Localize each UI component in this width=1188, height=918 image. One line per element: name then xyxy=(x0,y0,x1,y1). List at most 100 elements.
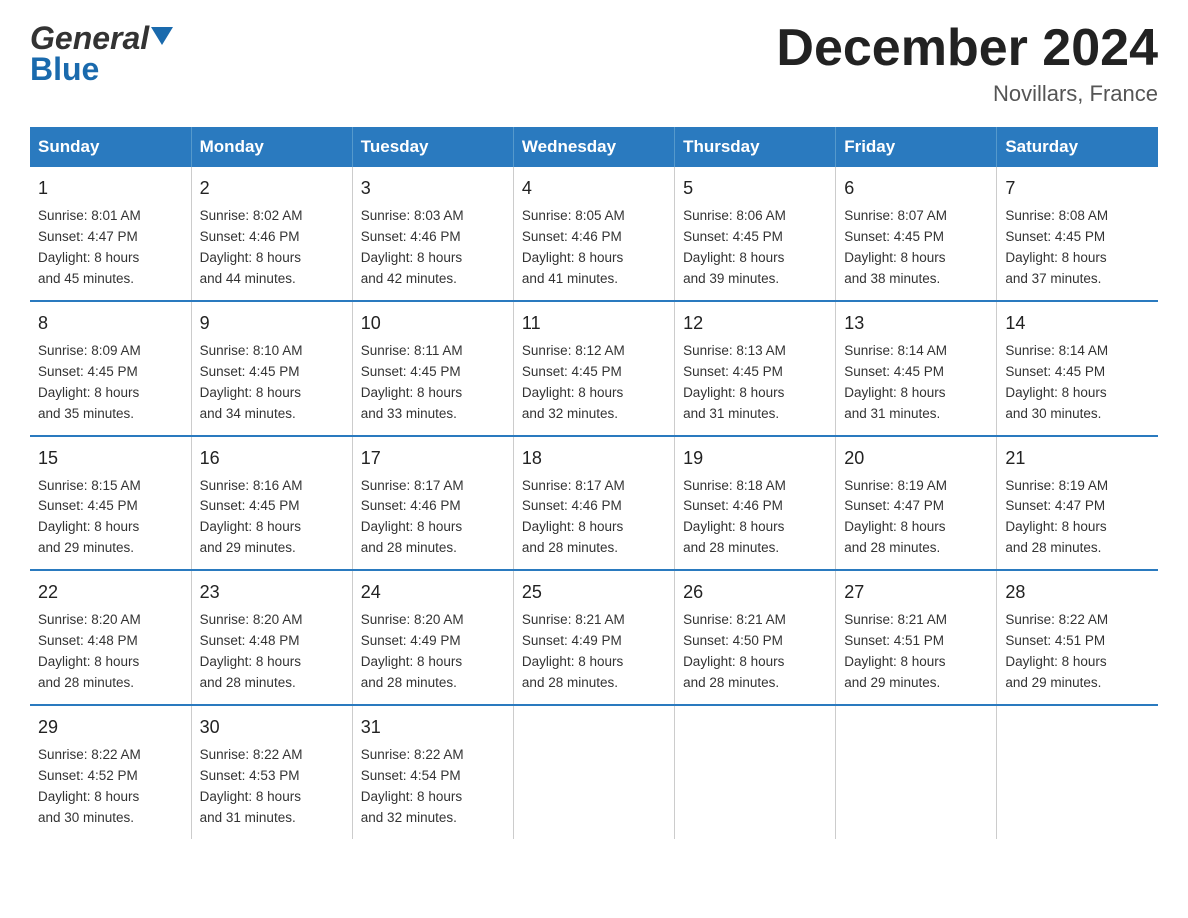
day-number: 8 xyxy=(38,310,183,337)
day-cell: 26Sunrise: 8:21 AMSunset: 4:50 PMDayligh… xyxy=(675,570,836,705)
day-cell: 9 Sunrise: 8:10 AMSunset: 4:45 PMDaylight… xyxy=(191,301,352,436)
day-number: 4 xyxy=(522,175,666,202)
day-cell: 6 Sunrise: 8:07 AMSunset: 4:45 PMDaylight… xyxy=(836,167,997,301)
day-info: Sunrise: 8:09 AMSunset: 4:45 PMDaylight:… xyxy=(38,341,183,425)
day-cell: 21 Sunrise: 8:19 AMSunset: 4:47 PMDayligh… xyxy=(997,436,1158,571)
day-cell: 2Sunrise: 8:02 AMSunset: 4:46 PMDaylight… xyxy=(191,167,352,301)
header-cell-saturday: Saturday xyxy=(997,127,1158,167)
day-info: Sunrise: 8:22 AMSunset: 4:51 PMDaylight:… xyxy=(1005,610,1150,694)
day-number: 25 xyxy=(522,579,666,606)
day-cell: 27Sunrise: 8:21 AMSunset: 4:51 PMDayligh… xyxy=(836,570,997,705)
day-info: Sunrise: 8:22 AMSunset: 4:54 PMDaylight:… xyxy=(361,745,505,829)
week-row-3: 15 Sunrise: 8:15 AMSunset: 4:45 PMDayligh… xyxy=(30,436,1158,571)
day-cell xyxy=(997,705,1158,839)
day-info: Sunrise: 8:15 AMSunset: 4:45 PMDaylight:… xyxy=(38,476,183,560)
day-cell: 12Sunrise: 8:13 AMSunset: 4:45 PMDayligh… xyxy=(675,301,836,436)
day-info: Sunrise: 8:19 AMSunset: 4:47 PMDaylight:… xyxy=(844,476,988,560)
day-info: Sunrise: 8:13 AMSunset: 4:45 PMDaylight:… xyxy=(683,341,827,425)
day-info: Sunrise: 8:17 AMSunset: 4:46 PMDaylight:… xyxy=(361,476,505,560)
day-info: Sunrise: 8:22 AMSunset: 4:53 PMDaylight:… xyxy=(200,745,344,829)
day-cell xyxy=(513,705,674,839)
day-cell: 14Sunrise: 8:14 AMSunset: 4:45 PMDayligh… xyxy=(997,301,1158,436)
logo-blue: Blue xyxy=(30,51,99,88)
day-cell: 11 Sunrise: 8:12 AMSunset: 4:45 PMDayligh… xyxy=(513,301,674,436)
day-cell: 30 Sunrise: 8:22 AMSunset: 4:53 PMDayligh… xyxy=(191,705,352,839)
day-info: Sunrise: 8:03 AMSunset: 4:46 PMDaylight:… xyxy=(361,206,505,290)
day-info: Sunrise: 8:21 AMSunset: 4:50 PMDaylight:… xyxy=(683,610,827,694)
day-number: 20 xyxy=(844,445,988,472)
day-cell: 13 Sunrise: 8:14 AMSunset: 4:45 PMDayligh… xyxy=(836,301,997,436)
header-cell-wednesday: Wednesday xyxy=(513,127,674,167)
day-number: 31 xyxy=(361,714,505,741)
day-number: 22 xyxy=(38,579,183,606)
day-cell: 17 Sunrise: 8:17 AMSunset: 4:46 PMDayligh… xyxy=(352,436,513,571)
day-cell: 15 Sunrise: 8:15 AMSunset: 4:45 PMDayligh… xyxy=(30,436,191,571)
day-number: 19 xyxy=(683,445,827,472)
day-number: 23 xyxy=(200,579,344,606)
day-number: 18 xyxy=(522,445,666,472)
day-number: 13 xyxy=(844,310,988,337)
day-cell: 3 Sunrise: 8:03 AMSunset: 4:46 PMDaylight… xyxy=(352,167,513,301)
day-cell: 19Sunrise: 8:18 AMSunset: 4:46 PMDayligh… xyxy=(675,436,836,571)
week-row-4: 22 Sunrise: 8:20 AMSunset: 4:48 PMDayligh… xyxy=(30,570,1158,705)
main-title: December 2024 xyxy=(776,20,1158,77)
day-cell: 31 Sunrise: 8:22 AMSunset: 4:54 PMDayligh… xyxy=(352,705,513,839)
day-number: 15 xyxy=(38,445,183,472)
header-cell-tuesday: Tuesday xyxy=(352,127,513,167)
day-number: 7 xyxy=(1005,175,1150,202)
day-info: Sunrise: 8:19 AMSunset: 4:47 PMDaylight:… xyxy=(1005,476,1150,560)
day-cell: 16 Sunrise: 8:16 AMSunset: 4:45 PMDayligh… xyxy=(191,436,352,571)
day-number: 17 xyxy=(361,445,505,472)
day-info: Sunrise: 8:08 AMSunset: 4:45 PMDaylight:… xyxy=(1005,206,1150,290)
day-number: 16 xyxy=(200,445,344,472)
day-cell: 23 Sunrise: 8:20 AMSunset: 4:48 PMDayligh… xyxy=(191,570,352,705)
week-row-1: 1 Sunrise: 8:01 AMSunset: 4:47 PMDaylight… xyxy=(30,167,1158,301)
day-number: 21 xyxy=(1005,445,1150,472)
day-info: Sunrise: 8:02 AMSunset: 4:46 PMDaylight:… xyxy=(200,206,344,290)
header-row: SundayMondayTuesdayWednesdayThursdayFrid… xyxy=(30,127,1158,167)
day-cell: 1 Sunrise: 8:01 AMSunset: 4:47 PMDaylight… xyxy=(30,167,191,301)
day-number: 5 xyxy=(683,175,827,202)
day-number: 3 xyxy=(361,175,505,202)
day-cell: 4 Sunrise: 8:05 AMSunset: 4:46 PMDaylight… xyxy=(513,167,674,301)
day-info: Sunrise: 8:10 AMSunset: 4:45 PMDaylight:… xyxy=(200,341,344,425)
day-number: 6 xyxy=(844,175,988,202)
logo: General Blue xyxy=(30,20,173,88)
day-cell: 25 Sunrise: 8:21 AMSunset: 4:49 PMDayligh… xyxy=(513,570,674,705)
day-number: 1 xyxy=(38,175,183,202)
day-number: 11 xyxy=(522,310,666,337)
week-row-5: 29Sunrise: 8:22 AMSunset: 4:52 PMDayligh… xyxy=(30,705,1158,839)
day-number: 28 xyxy=(1005,579,1150,606)
day-number: 27 xyxy=(844,579,988,606)
day-info: Sunrise: 8:17 AMSunset: 4:46 PMDaylight:… xyxy=(522,476,666,560)
day-info: Sunrise: 8:07 AMSunset: 4:45 PMDaylight:… xyxy=(844,206,988,290)
subtitle: Novillars, France xyxy=(776,81,1158,107)
day-info: Sunrise: 8:20 AMSunset: 4:48 PMDaylight:… xyxy=(200,610,344,694)
day-info: Sunrise: 8:01 AMSunset: 4:47 PMDaylight:… xyxy=(38,206,183,290)
day-cell: 22Sunrise: 8:20 AMSunset: 4:48 PMDayligh… xyxy=(30,570,191,705)
calendar-body: 1 Sunrise: 8:01 AMSunset: 4:47 PMDaylight… xyxy=(30,167,1158,838)
day-cell: 24 Sunrise: 8:20 AMSunset: 4:49 PMDayligh… xyxy=(352,570,513,705)
header-cell-monday: Monday xyxy=(191,127,352,167)
day-cell: 8 Sunrise: 8:09 AMSunset: 4:45 PMDaylight… xyxy=(30,301,191,436)
day-info: Sunrise: 8:12 AMSunset: 4:45 PMDaylight:… xyxy=(522,341,666,425)
day-info: Sunrise: 8:14 AMSunset: 4:45 PMDaylight:… xyxy=(844,341,988,425)
day-cell: 7 Sunrise: 8:08 AMSunset: 4:45 PMDaylight… xyxy=(997,167,1158,301)
day-cell: 28 Sunrise: 8:22 AMSunset: 4:51 PMDayligh… xyxy=(997,570,1158,705)
day-info: Sunrise: 8:06 AMSunset: 4:45 PMDaylight:… xyxy=(683,206,827,290)
day-info: Sunrise: 8:05 AMSunset: 4:46 PMDaylight:… xyxy=(522,206,666,290)
page-header: General Blue December 2024 Novillars, Fr… xyxy=(30,20,1158,107)
day-number: 30 xyxy=(200,714,344,741)
day-info: Sunrise: 8:11 AMSunset: 4:45 PMDaylight:… xyxy=(361,341,505,425)
day-info: Sunrise: 8:21 AMSunset: 4:49 PMDaylight:… xyxy=(522,610,666,694)
day-info: Sunrise: 8:20 AMSunset: 4:49 PMDaylight:… xyxy=(361,610,505,694)
day-cell: 18 Sunrise: 8:17 AMSunset: 4:46 PMDayligh… xyxy=(513,436,674,571)
header-cell-sunday: Sunday xyxy=(30,127,191,167)
calendar-header: SundayMondayTuesdayWednesdayThursdayFrid… xyxy=(30,127,1158,167)
title-block: December 2024 Novillars, France xyxy=(776,20,1158,107)
day-cell: 10Sunrise: 8:11 AMSunset: 4:45 PMDayligh… xyxy=(352,301,513,436)
day-number: 24 xyxy=(361,579,505,606)
day-info: Sunrise: 8:16 AMSunset: 4:45 PMDaylight:… xyxy=(200,476,344,560)
week-row-2: 8 Sunrise: 8:09 AMSunset: 4:45 PMDaylight… xyxy=(30,301,1158,436)
day-number: 9 xyxy=(200,310,344,337)
